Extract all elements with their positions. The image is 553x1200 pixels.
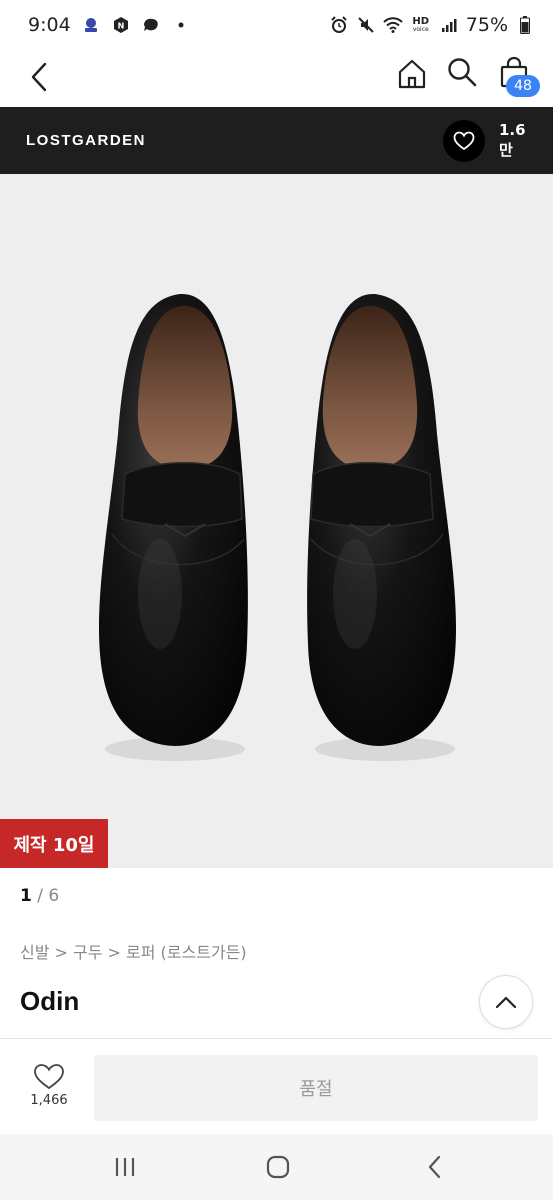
signal-icon [439,15,459,35]
purchase-action-bar: 1,466 품절 [0,1038,553,1134]
system-home-button[interactable] [263,1152,293,1182]
search-icon [448,58,477,87]
status-time: 9:04 [28,14,71,36]
scroll-top-button[interactable] [479,975,533,1029]
hd-voice-icon: HD voice [410,15,432,35]
back-arrow-icon [31,62,47,92]
recent-apps-icon [115,1158,135,1176]
heart-outline-icon [34,1064,64,1090]
wifi-icon [383,15,403,35]
image-pager: 1 / 6 [20,886,59,906]
sold-out-button[interactable]: 품절 [94,1055,538,1121]
battery-percent: 75% [465,14,508,36]
pager-total: 6 [48,886,60,906]
voice-label: voice [412,26,429,33]
pager-separator: / [37,886,43,906]
top-nav: 48 [0,50,553,106]
system-home-icon [266,1155,290,1179]
recent-apps-button[interactable] [110,1152,140,1182]
app-notification-icon [81,15,101,35]
status-bar: 9:04 N HD voice 75% [0,0,553,50]
product-like-button[interactable]: 1,466 [16,1063,82,1119]
svg-text:N: N [117,22,124,31]
brand-logo[interactable]: LOSTGARDEN [26,132,146,149]
product-name: Odin [20,986,80,1016]
category-breadcrumb[interactable]: 신발 > 구두 > 로퍼 (로스트가든) [20,939,247,963]
battery-icon [515,15,535,35]
loafer-shoes-image [99,293,456,761]
product-image[interactable] [0,174,553,868]
product-like-count: 1,466 [30,1093,68,1108]
brand-like-button[interactable] [443,119,485,162]
brand-like-count: 1.6만 [499,121,526,159]
system-back-button[interactable] [420,1152,450,1182]
pager-current: 1 [20,886,32,906]
system-nav-bar [0,1134,553,1200]
back-button[interactable] [22,60,56,94]
system-back-icon [428,1155,441,1179]
search-button[interactable] [446,56,480,90]
heart-icon [453,131,475,150]
home-button[interactable] [396,58,430,92]
naver-notification-icon: N [111,15,131,35]
chevron-up-icon [495,996,517,1009]
more-notifications-icon [171,15,191,35]
chat-notification-icon [141,15,161,35]
product-page: 9:04 N HD voice 75% 48 LOSTGARDEN 1.6만 제… [0,0,553,1200]
alarm-icon [329,15,349,35]
production-time-badge: 제작 10일 [0,819,108,868]
mute-icon [356,15,376,35]
cart-count-badge: 48 [506,75,540,97]
home-icon [398,59,426,89]
brand-bar[interactable]: LOSTGARDEN 1.6만 [0,107,553,174]
